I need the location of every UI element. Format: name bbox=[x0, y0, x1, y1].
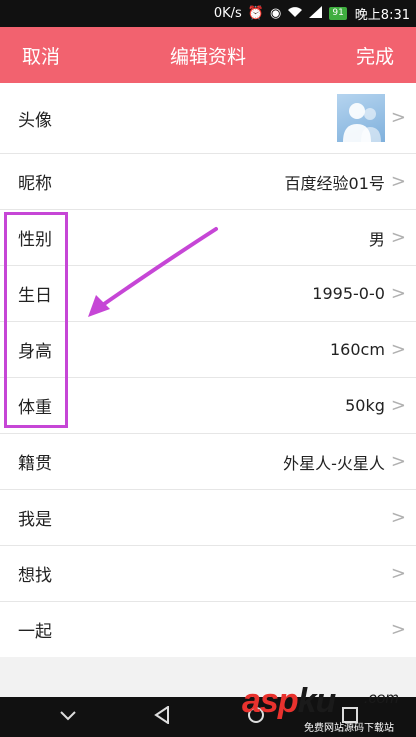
watermark-logo: aspku .com 免费网站源码下载站 bbox=[242, 682, 416, 737]
row-value: 1995-0-0 bbox=[312, 284, 385, 303]
row-i-am[interactable]: 我是 > bbox=[0, 490, 416, 546]
user-silhouette-icon bbox=[342, 103, 381, 142]
row-right: > bbox=[390, 618, 406, 640]
app-header: 取消 编辑资料 完成 bbox=[0, 27, 416, 83]
row-right: 外星人-火星人 > bbox=[283, 450, 406, 474]
alarm-icon: ⏰ bbox=[247, 6, 264, 21]
row-value: 外星人-火星人 bbox=[283, 453, 385, 473]
chevron-right-icon: > bbox=[390, 394, 406, 416]
row-right: 1995-0-0 > bbox=[312, 284, 406, 303]
row-right: 百度经验01号 > bbox=[285, 170, 406, 194]
chevron-right-icon: > bbox=[390, 562, 406, 584]
row-hometown[interactable]: 籍贯 外星人-火星人 > bbox=[0, 434, 416, 490]
row-label: 想找 bbox=[18, 566, 52, 586]
row-value: 50kg bbox=[345, 396, 385, 415]
network-speed: 0K/s bbox=[213, 6, 242, 21]
avatar[interactable] bbox=[336, 94, 385, 142]
chevron-right-icon: > bbox=[390, 450, 406, 472]
chevron-right-icon: > bbox=[390, 170, 406, 192]
row-together[interactable]: 一起 > bbox=[0, 602, 416, 658]
row-looking-for[interactable]: 想找 > bbox=[0, 546, 416, 602]
row-right: 50kg > bbox=[345, 396, 406, 415]
row-right: > bbox=[390, 562, 406, 584]
row-avatar[interactable]: 头像 > bbox=[0, 83, 416, 154]
watermark-subtitle: 免费网站源码下载站 bbox=[304, 723, 394, 734]
row-right: > bbox=[390, 506, 406, 528]
row-right: > bbox=[336, 94, 406, 142]
row-nickname[interactable]: 昵称 百度经验01号 > bbox=[0, 154, 416, 210]
row-label: 籍贯 bbox=[18, 454, 52, 474]
chevron-right-icon: > bbox=[390, 226, 406, 248]
annotation-highlight-box bbox=[4, 212, 68, 428]
row-right: 160cm > bbox=[330, 340, 406, 359]
watermark-text: aspku bbox=[242, 682, 336, 720]
watermark-domain: .com bbox=[364, 690, 399, 707]
page-title: 编辑资料 bbox=[169, 45, 246, 68]
battery-icon: 91 bbox=[329, 7, 347, 20]
back-icon[interactable] bbox=[153, 705, 170, 728]
signal-icon bbox=[309, 6, 323, 21]
done-button[interactable]: 完成 bbox=[356, 42, 394, 69]
cancel-button[interactable]: 取消 bbox=[22, 42, 60, 69]
row-label: 昵称 bbox=[18, 174, 52, 194]
eye-icon: ◉ bbox=[270, 6, 282, 21]
chevron-right-icon: > bbox=[390, 618, 406, 640]
row-label: 我是 bbox=[18, 510, 52, 530]
chevron-right-icon: > bbox=[390, 338, 406, 360]
status-time: 晚上8:31 bbox=[354, 8, 410, 23]
row-value: 百度经验01号 bbox=[284, 173, 385, 193]
chevron-right-icon: > bbox=[390, 506, 406, 528]
row-value: 男 bbox=[368, 229, 385, 249]
chevron-right-icon: > bbox=[390, 107, 406, 128]
chevron-right-icon: > bbox=[390, 282, 406, 304]
annotation-arrow-icon bbox=[88, 227, 218, 317]
row-value: 160cm bbox=[329, 340, 385, 359]
status-bar: 0K/s ⏰ ◉ 91 晚上8:31 bbox=[0, 0, 416, 27]
wifi-icon bbox=[287, 6, 303, 21]
chevron-down-icon[interactable] bbox=[59, 708, 77, 726]
row-label: 头像 bbox=[18, 110, 52, 131]
row-label: 一起 bbox=[18, 622, 52, 642]
row-right: 男 > bbox=[369, 226, 406, 250]
